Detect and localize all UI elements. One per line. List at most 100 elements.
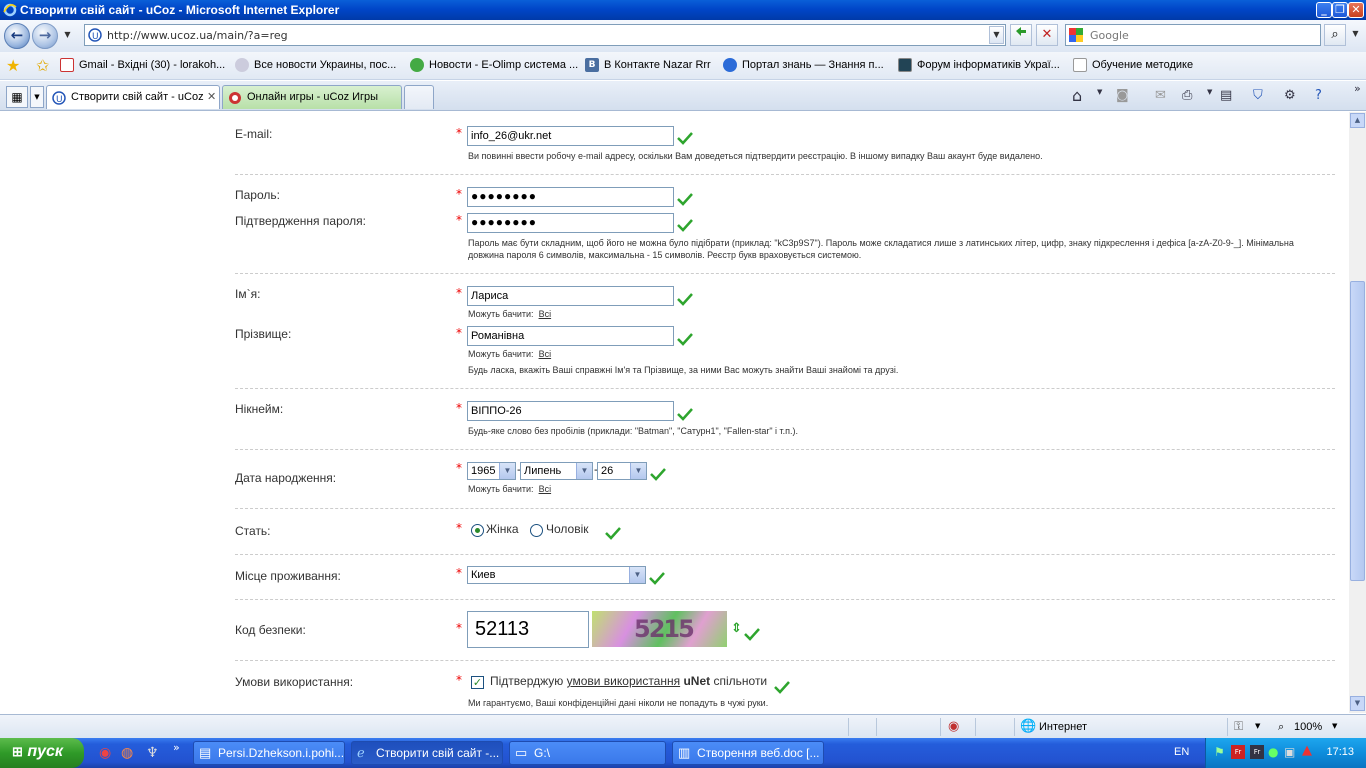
page-menu-icon[interactable]: ▤ bbox=[1220, 88, 1232, 103]
terms-link[interactable]: умови використання bbox=[567, 674, 681, 688]
birth-month-select[interactable]: Липень ▼ bbox=[520, 462, 593, 480]
taskbar-button-doc[interactable]: ▥ Створення веб.doc [... bbox=[672, 741, 824, 765]
tab-online-games[interactable]: Онлайн игры - uCoz Игры bbox=[222, 85, 402, 109]
language-indicator[interactable]: EN bbox=[1174, 746, 1189, 758]
print-icon[interactable]: ⎙ bbox=[1182, 88, 1192, 103]
help-icon[interactable]: ? bbox=[1315, 88, 1322, 103]
quicklaunch-app-icon[interactable]: ♆ bbox=[146, 745, 159, 761]
gender-female-label[interactable]: Жінка bbox=[486, 522, 519, 536]
favorite-forum-informatics[interactable]: Форум інформатиків Украї... bbox=[917, 59, 1060, 71]
visibility-link[interactable]: Всі bbox=[539, 309, 552, 319]
confirm-password-field[interactable]: ●●●●●●●● bbox=[467, 213, 674, 233]
residence-label: Місце проживання: bbox=[235, 569, 341, 583]
taskbar-button-persi[interactable]: ▤ Persi.Dzhekson.i.pohi... bbox=[193, 741, 345, 765]
search-input[interactable]: Google bbox=[1065, 24, 1321, 46]
stop-button[interactable]: ✕ bbox=[1036, 24, 1058, 46]
favorite-methodology[interactable]: Обучение методике bbox=[1092, 59, 1193, 71]
refresh-button[interactable] bbox=[1010, 24, 1032, 46]
print-dropdown-icon[interactable]: ▼ bbox=[1207, 88, 1212, 96]
chevron-down-icon: ▼ bbox=[629, 567, 645, 583]
tray-antivirus-icon[interactable]: ● bbox=[1268, 745, 1278, 759]
gender-female-radio[interactable] bbox=[471, 524, 484, 537]
gender-male-label[interactable]: Чоловік bbox=[546, 522, 589, 536]
terms-prefix: Підтверджую bbox=[490, 674, 564, 688]
visibility-link[interactable]: Всі bbox=[539, 349, 552, 359]
favorite-vkontakte[interactable]: В Контакте Nazar Rrr bbox=[604, 59, 711, 71]
search-button[interactable]: ⌕ bbox=[1324, 24, 1346, 46]
favorite-gmail[interactable]: Gmail - Вхідні (30) - lorakoh... bbox=[79, 59, 225, 71]
birth-day-select[interactable]: 26 ▼ bbox=[597, 462, 647, 480]
refresh-captcha-icon[interactable]: ⇕ bbox=[731, 621, 742, 636]
tab-list-dropdown[interactable]: ▼ bbox=[30, 86, 44, 108]
scroll-thumb[interactable] bbox=[1350, 281, 1365, 581]
new-tab-button[interactable] bbox=[404, 85, 434, 109]
close-window-button[interactable]: ✕ bbox=[1348, 2, 1364, 18]
address-bar[interactable]: U http://www.ucoz.ua/main/?a=reg ▼ bbox=[84, 24, 1006, 46]
back-button[interactable]: ← bbox=[4, 23, 30, 49]
quicklaunch-overflow-icon[interactable]: » bbox=[173, 741, 180, 754]
tools-gear-icon[interactable]: ⚙ bbox=[1284, 88, 1296, 103]
tray-network-connection-icon[interactable]: ▣ bbox=[1284, 745, 1295, 759]
taskbar-label: Persi.Dzhekson.i.pohi... bbox=[218, 746, 345, 760]
tray-app-icon[interactable]: Fr bbox=[1231, 745, 1245, 759]
status-separator bbox=[975, 718, 976, 736]
feeds-icon[interactable]: ◙ bbox=[1116, 88, 1129, 103]
home-dropdown-icon[interactable]: ▼ bbox=[1097, 88, 1102, 96]
protected-mode-dropdown-icon[interactable]: ▼ bbox=[1255, 722, 1260, 730]
page-scrollbar[interactable]: ▲ ▼ bbox=[1349, 112, 1366, 713]
terms-text: Підтверджую умови використання uNet спіл… bbox=[490, 674, 767, 688]
password-field[interactable]: ●●●●●●●● bbox=[467, 187, 674, 207]
birth-year-select[interactable]: 1965 ▼ bbox=[467, 462, 516, 480]
captcha-image: 5215 bbox=[592, 611, 727, 647]
quick-tabs-button[interactable]: ▦ bbox=[6, 86, 28, 108]
maximize-button[interactable]: ❐ bbox=[1332, 2, 1348, 18]
taskbar-button-ie[interactable]: ℯ Створити свій сайт -... bbox=[351, 741, 503, 765]
minimize-button[interactable]: _ bbox=[1316, 2, 1332, 18]
toolbar-overflow-icon[interactable]: » bbox=[1354, 82, 1361, 95]
terms-checkbox[interactable]: ✓ bbox=[471, 676, 484, 689]
windows-flag-icon: ⊞ bbox=[12, 744, 23, 759]
tray-alert-icon[interactable]: ▲ bbox=[1302, 743, 1312, 758]
protected-mode-icon[interactable]: ⚿ bbox=[1234, 719, 1243, 734]
scroll-up-arrow[interactable]: ▲ bbox=[1350, 113, 1365, 128]
last-name-field[interactable]: Романівна bbox=[467, 326, 674, 346]
drive-icon: ▭ bbox=[515, 745, 528, 760]
chrome-icon[interactable]: ◉ bbox=[99, 745, 111, 761]
visibility-link[interactable]: Всі bbox=[539, 484, 552, 494]
favorite-eolimp[interactable]: Новости - E-Olimp система ... bbox=[429, 59, 578, 71]
favorites-star-icon[interactable]: ★ bbox=[6, 56, 20, 75]
chevron-down-icon: ▼ bbox=[630, 463, 646, 479]
scroll-down-arrow[interactable]: ▼ bbox=[1350, 696, 1365, 711]
start-button[interactable]: ⊞ пуск bbox=[0, 738, 84, 768]
history-dropdown[interactable]: ▼ bbox=[60, 27, 75, 45]
nickname-field[interactable]: ВІППО-26 bbox=[467, 401, 674, 421]
captcha-input[interactable]: 52113 bbox=[467, 611, 589, 648]
birth-year-value: 1965 bbox=[471, 465, 496, 477]
opera-icon[interactable]: ◍ bbox=[121, 745, 133, 761]
required-mark: * bbox=[456, 213, 462, 227]
window-titlebar[interactable]: Створити свій сайт - uCoz - Microsoft In… bbox=[0, 0, 1366, 20]
valid-check-icon bbox=[677, 408, 693, 421]
tray-network-icon[interactable]: ⚑ bbox=[1214, 745, 1225, 759]
email-field[interactable]: info_26@ukr.net bbox=[467, 126, 674, 146]
privacy-icon[interactable]: ◉ bbox=[948, 719, 959, 734]
first-name-field[interactable]: Лариса bbox=[467, 286, 674, 306]
forward-button[interactable]: → bbox=[32, 23, 58, 49]
search-options-dropdown[interactable]: ▼ bbox=[1348, 26, 1363, 44]
zoom-level[interactable]: 100% bbox=[1294, 721, 1322, 733]
favorite-portal-znan[interactable]: Портал знань — Знання п... bbox=[742, 59, 884, 71]
home-icon[interactable]: ⌂ bbox=[1072, 86, 1082, 105]
address-dropdown[interactable]: ▼ bbox=[989, 26, 1004, 44]
zoom-dropdown-icon[interactable]: ▼ bbox=[1332, 722, 1337, 730]
read-mail-icon[interactable]: ✉ bbox=[1155, 88, 1166, 103]
tab-create-site[interactable]: U Створити свій сайт - uCoz ✕ bbox=[46, 85, 220, 109]
taskbar-button-drive[interactable]: ▭ G:\ bbox=[509, 741, 666, 765]
required-mark: * bbox=[456, 461, 462, 475]
close-tab-icon[interactable]: ✕ bbox=[207, 90, 216, 103]
favorite-news-ukraine[interactable]: Все новости Украины, пос... bbox=[254, 59, 396, 71]
residence-select[interactable]: Киев ▼ bbox=[467, 566, 646, 584]
gender-male-radio[interactable] bbox=[530, 524, 543, 537]
add-favorite-icon[interactable]: ✩ bbox=[36, 56, 49, 75]
safety-icon[interactable]: ⛉ bbox=[1253, 88, 1263, 103]
tray-app-icon[interactable]: Fr bbox=[1250, 745, 1264, 759]
